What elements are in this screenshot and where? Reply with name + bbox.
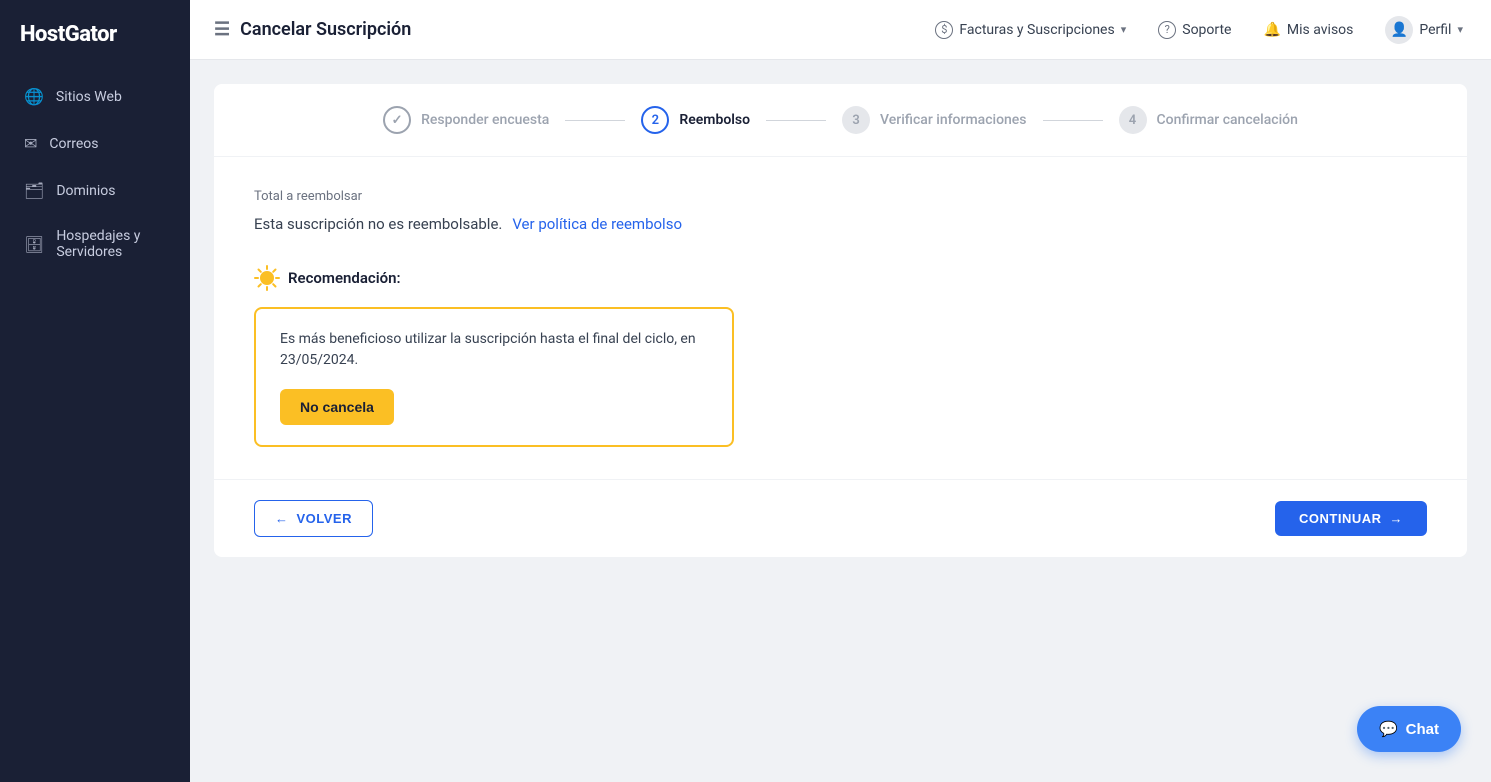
steps-bar: ✓ Responder encuesta 2 Reembolso 3 Verif… <box>214 84 1467 157</box>
step-connector-1-2 <box>565 120 625 121</box>
sidebar-item-label: Sitios Web <box>56 89 122 105</box>
page-title-area: ☰ Cancelar Suscripción <box>214 19 411 40</box>
support-label: Soporte <box>1182 22 1231 38</box>
back-button[interactable]: ← VOLVER <box>254 500 373 537</box>
step-3: 3 Verificar informaciones <box>842 106 1026 134</box>
topnav-actions: $ Facturas y Suscripciones ▾ ? Soporte 🔔… <box>931 10 1467 50</box>
mail-icon: ✉ <box>24 134 37 153</box>
continue-arrow-icon: → <box>1390 511 1404 526</box>
page-title-icon: ☰ <box>214 19 230 40</box>
billing-menu[interactable]: $ Facturas y Suscripciones ▾ <box>931 15 1130 45</box>
profile-menu[interactable]: 👤 Perfil ▾ <box>1381 10 1467 50</box>
refund-section-title: Total a reembolsar <box>254 189 1427 204</box>
profile-chevron: ▾ <box>1457 23 1463 36</box>
chat-label: Chat <box>1406 721 1439 738</box>
sidebar-nav: 🌐 Sitios Web ✉ Correos 🗂 Dominios 🗄 Hosp… <box>0 75 190 272</box>
step-connector-3-4 <box>1043 120 1103 121</box>
sidebar-item-dominios[interactable]: 🗂 Dominios <box>10 169 180 212</box>
recommendation-box: Es más beneficioso utilizar la suscripci… <box>254 307 734 447</box>
chat-button[interactable]: 💬 Chat <box>1357 706 1461 752</box>
step-4: 4 Confirmar cancelación <box>1119 106 1298 134</box>
folder-icon: 🗂 <box>24 181 44 200</box>
chat-icon: 💬 <box>1379 720 1398 738</box>
server-icon: 🗄 <box>24 235 44 254</box>
continue-button[interactable]: CONTINUAR → <box>1275 501 1427 536</box>
recommendation-header: Recomendación: <box>254 265 1427 291</box>
sun-icon <box>254 265 280 291</box>
billing-label: Facturas y Suscripciones <box>959 22 1114 38</box>
sidebar-item-label: Dominios <box>56 183 115 199</box>
refund-policy-link[interactable]: Ver política de reembolso <box>512 215 682 233</box>
continue-button-label: CONTINUAR <box>1299 511 1382 526</box>
sidebar-item-label: Hospedajes y Servidores <box>56 228 166 260</box>
sun-icon-container <box>254 265 280 291</box>
main-area: ☰ Cancelar Suscripción $ Facturas y Susc… <box>190 0 1491 782</box>
bell-icon: 🔔 <box>1263 22 1280 38</box>
refund-row: Esta suscripción no es reembolsable. Ver… <box>254 214 1427 233</box>
back-button-label: VOLVER <box>297 511 353 526</box>
billing-chevron: ▾ <box>1121 23 1127 36</box>
billing-icon: $ <box>935 21 953 39</box>
sidebar: HostGator 🌐 Sitios Web ✉ Correos 🗂 Domin… <box>0 0 190 782</box>
step-connector-2-3 <box>766 120 826 121</box>
main-card: ✓ Responder encuesta 2 Reembolso 3 Verif… <box>214 84 1467 557</box>
step-3-label: Verificar informaciones <box>880 112 1026 128</box>
bottom-actions: ← VOLVER CONTINUAR → <box>214 479 1467 557</box>
step-2: 2 Reembolso <box>641 106 750 134</box>
notifications-label: Mis avisos <box>1287 22 1353 38</box>
back-arrow-icon: ← <box>275 511 289 526</box>
sidebar-item-sitios-web[interactable]: 🌐 Sitios Web <box>10 75 180 118</box>
recommendation-title: Recomendación: <box>288 269 401 287</box>
step-4-label: Confirmar cancelación <box>1157 112 1298 128</box>
top-nav: ☰ Cancelar Suscripción $ Facturas y Susc… <box>190 0 1491 60</box>
sidebar-item-label: Correos <box>49 136 98 152</box>
refund-section: Total a reembolsar Esta suscripción no e… <box>214 157 1467 265</box>
no-cancel-button[interactable]: No cancela <box>280 389 394 425</box>
page-title: Cancelar Suscripción <box>240 19 411 40</box>
support-icon: ? <box>1158 21 1176 39</box>
step-1-circle: ✓ <box>383 106 411 134</box>
step-2-label: Reembolso <box>679 112 750 128</box>
step-4-circle: 4 <box>1119 106 1147 134</box>
sidebar-item-hospedajes[interactable]: 🗄 Hospedajes y Servidores <box>10 216 180 272</box>
recommendation-section: Recomendación: Es más beneficioso utiliz… <box>214 265 1467 479</box>
notifications-menu[interactable]: 🔔 Mis avisos <box>1259 16 1357 44</box>
content-area: ✓ Responder encuesta 2 Reembolso 3 Verif… <box>190 60 1491 782</box>
step-1: ✓ Responder encuesta <box>383 106 549 134</box>
refund-non-refundable-text: Esta suscripción no es reembolsable. <box>254 215 502 233</box>
profile-icon: 👤 <box>1385 16 1413 44</box>
profile-label: Perfil <box>1419 22 1451 38</box>
sidebar-item-correos[interactable]: ✉ Correos <box>10 122 180 165</box>
globe-icon: 🌐 <box>24 87 44 106</box>
step-3-circle: 3 <box>842 106 870 134</box>
step-1-label: Responder encuesta <box>421 112 549 128</box>
brand-logo: HostGator <box>0 0 190 75</box>
recommendation-body-text: Es más beneficioso utilizar la suscripci… <box>280 329 708 371</box>
step-2-circle: 2 <box>641 106 669 134</box>
support-menu[interactable]: ? Soporte <box>1154 15 1235 45</box>
